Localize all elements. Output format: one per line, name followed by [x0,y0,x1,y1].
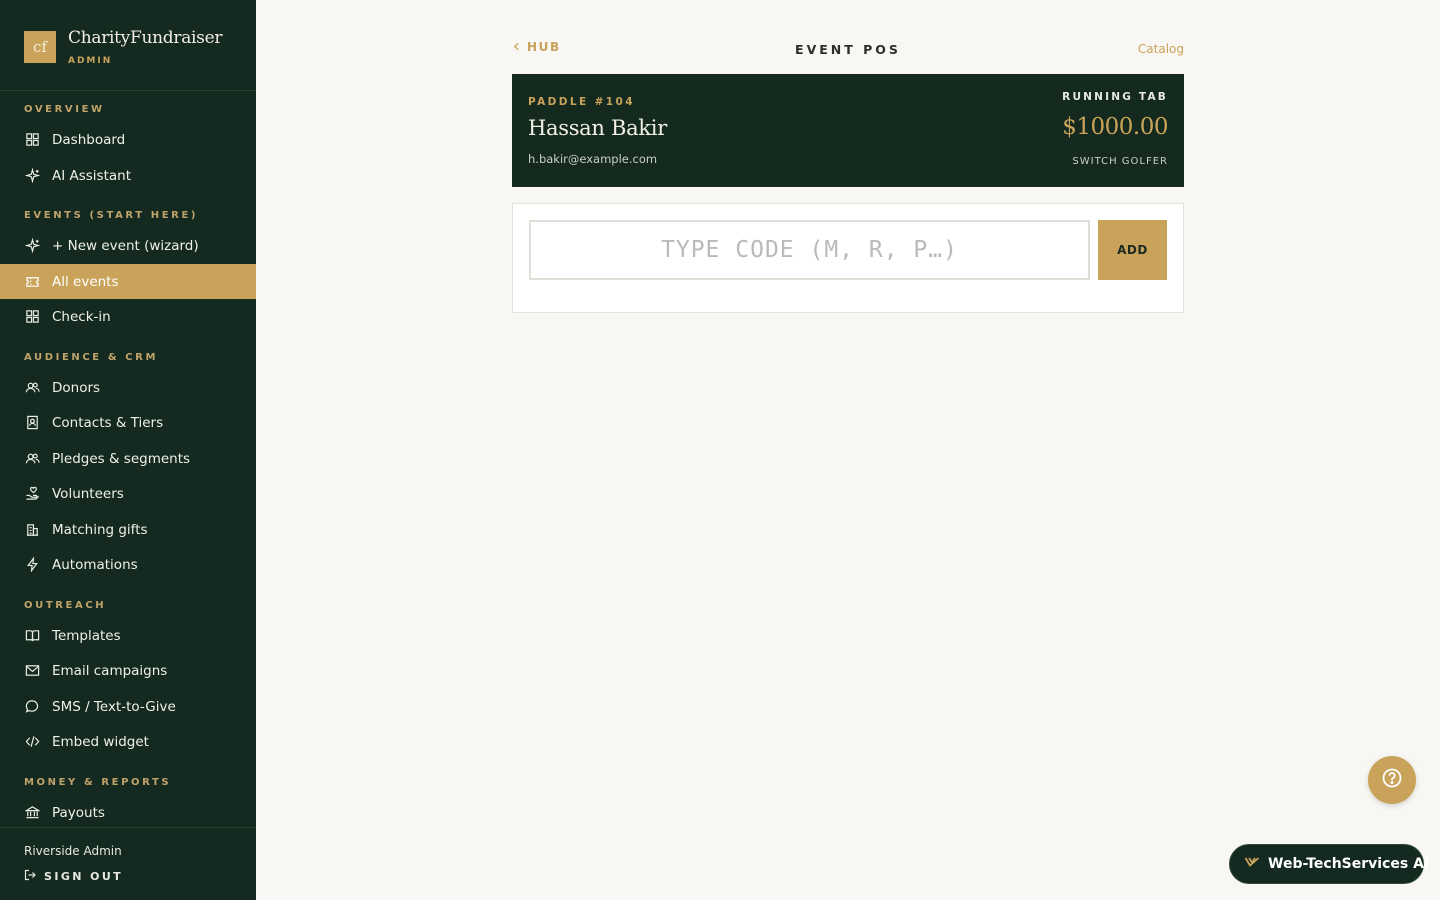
bank-icon [24,805,40,821]
sidebar-item-label: + New event (wizard) [52,237,199,254]
sidebar-item-label: All events [52,273,119,290]
sign-out-button[interactable]: SIGN OUT [24,867,123,885]
sidebar-item-email-campaigns[interactable]: Email campaigns [0,653,256,688]
ai-assistant-label: Web-TechServices AI [1268,856,1430,872]
section-title-events: EVENTS (START HERE) [24,210,199,221]
sidebar-item-label: Automations [52,556,138,573]
grid-icon [24,309,40,325]
sidebar-item-label: Dashboard [52,131,126,148]
hand-heart-icon [24,486,40,502]
mail-icon [24,663,40,679]
help-button[interactable] [1368,756,1416,804]
sidebar-divider [0,90,256,91]
sidebar-item-label: Payouts [52,804,105,821]
book-icon [24,628,40,644]
sidebar-item-label: Volunteers [52,485,124,502]
pos-header: EVENT POS HUB Catalog [512,38,1184,62]
back-to-hub-link[interactable]: HUB [512,40,561,54]
contact-card-icon [24,415,40,431]
sidebar-footer-divider [0,827,256,828]
running-tab-card: PADDLE #104 Hassan Bakir h.bakir@example… [512,74,1184,187]
users-icon [24,451,40,467]
sidebar-item-new-event[interactable]: + New event (wizard) [0,228,256,263]
brand-subtitle: ADMIN [68,56,113,66]
brand-logo: cf [24,31,56,63]
brand[interactable]: cf CharityFundraiser ADMIN [24,28,244,71]
building-icon [24,522,40,538]
sidebar: cf CharityFundraiser ADMIN OVERVIEW Dash… [0,0,256,900]
donor-name: Hassan Bakir [528,116,667,140]
sidebar-item-label: AI Assistant [52,167,132,184]
sidebar-item-label: SMS / Text-to-Give [52,698,176,715]
sidebar-item-label: Check-in [52,308,111,325]
sign-out-icon [24,869,36,884]
sign-out-label: SIGN OUT [44,869,124,883]
add-button[interactable]: ADD [1098,220,1167,280]
chevron-check-icon [1244,854,1260,874]
sidebar-item-templates[interactable]: Templates [0,618,256,653]
sidebar-item-volunteers[interactable]: Volunteers [0,476,256,511]
page-title: EVENT POS [795,42,901,57]
back-label: HUB [527,40,561,54]
users-icon [24,380,40,396]
sidebar-item-label: Pledges & segments [52,450,191,467]
sidebar-item-payouts[interactable]: Payouts [0,795,256,830]
sidebar-item-pledges-segments[interactable]: Pledges & segments [0,441,256,476]
item-code-input[interactable] [529,220,1090,280]
sidebar-item-contacts-tiers[interactable]: Contacts & Tiers [0,405,256,440]
section-title-audience: AUDIENCE & CRM [24,352,159,363]
sidebar-item-label: Templates [52,627,121,644]
chevron-left-icon [512,40,521,54]
sidebar-item-donors[interactable]: Donors [0,370,256,405]
sidebar-item-all-events[interactable]: All events [0,264,256,299]
ticket-icon [24,274,40,290]
running-tab-amount: $1000.00 [1062,114,1168,140]
section-title-overview: OVERVIEW [24,104,105,115]
bolt-icon [24,557,40,573]
sidebar-item-label: Matching gifts [52,521,148,538]
sidebar-item-dashboard[interactable]: Dashboard [0,122,256,157]
brand-name: CharityFundraiser [68,28,223,48]
sidebar-item-sms-text-to-give[interactable]: SMS / Text-to-Give [0,689,256,724]
sidebar-item-automations[interactable]: Automations [0,547,256,582]
sidebar-item-check-in[interactable]: Check-in [0,299,256,334]
current-user-name: Riverside Admin [24,844,122,858]
sidebar-item-label: Donors [52,379,101,396]
sparkle-icon [24,238,40,254]
grid-icon [24,132,40,148]
sidebar-item-label: Embed widget [52,733,149,750]
sidebar-item-matching-gifts[interactable]: Matching gifts [0,512,256,547]
paddle-number: PADDLE #104 [528,96,635,108]
section-title-outreach: OUTREACH [24,600,107,611]
sidebar-item-label: Contacts & Tiers [52,414,164,431]
sparkle-icon [24,168,40,184]
question-circle-icon [1381,767,1403,793]
code-icon [24,734,40,750]
sidebar-item-embed-widget[interactable]: Embed widget [0,724,256,759]
switch-golfer-link[interactable]: SWITCH GOLFER [1072,156,1168,167]
sidebar-item-label: Email campaigns [52,662,168,679]
chat-bubble-icon [24,699,40,715]
donor-email: h.bakir@example.com [528,152,658,166]
sidebar-item-ai-assistant[interactable]: AI Assistant [0,158,256,193]
section-title-money: MONEY & REPORTS [24,777,172,788]
code-entry-card: ADD [512,203,1184,313]
ai-assistant-launcher[interactable]: Web-TechServices AI [1229,844,1429,884]
running-tab-label: RUNNING TAB [1062,91,1168,103]
catalog-link[interactable]: Catalog [1138,42,1184,56]
